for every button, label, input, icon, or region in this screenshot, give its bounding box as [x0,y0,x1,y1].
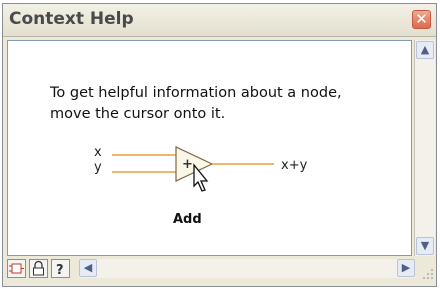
output-label: x+y [281,158,308,173]
close-icon: ✕ [415,10,428,28]
window-title: Context Help [9,9,134,29]
detailed-help-button[interactable]: ? [51,259,70,278]
title-bar[interactable]: Context Help ✕ [3,4,436,37]
input-y-label: y [94,160,102,175]
scroll-down-button[interactable]: ▼ [416,237,434,255]
bottom-toolbar: ? ◀ ▶ [7,257,435,281]
resize-grip-icon[interactable] [419,265,435,281]
chevron-left-icon: ◀ [83,261,93,274]
scroll-right-button[interactable]: ▶ [397,259,415,277]
input-x-label: x [94,145,102,160]
svg-text:?: ? [56,263,64,277]
detailed-help-icon: ? [56,263,64,278]
help-content-area: To get helpful information about a node,… [7,40,412,256]
add-node-diagram: x y + x+y [94,145,308,192]
node-name-label: Add [173,212,202,227]
scroll-up-button[interactable]: ▲ [416,41,434,59]
vertical-scrollbar[interactable]: ▲ ▼ [414,40,435,256]
horizontal-scrollbar[interactable]: ◀ ▶ [79,259,415,278]
context-help-window: Context Help ✕ To get helpful informatio… [2,3,437,287]
chevron-up-icon: ▲ [420,43,430,56]
scroll-left-button[interactable]: ◀ [79,259,97,277]
chevron-right-icon: ▶ [401,261,411,274]
lock-button[interactable] [29,259,48,278]
lock-icon [33,260,44,276]
plus-sign: + [182,157,193,172]
chevron-down-icon: ▼ [420,239,430,252]
show-optional-terminals-button[interactable] [7,259,26,278]
close-button[interactable]: ✕ [412,10,431,29]
show-optional-terminals-icon [9,263,24,274]
